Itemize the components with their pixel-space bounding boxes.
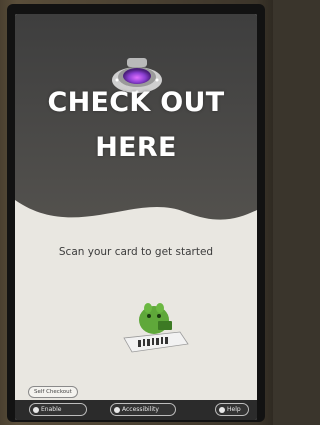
mascot-scanning-card-icon — [123, 303, 189, 353]
accessibility-icon — [114, 406, 120, 413]
accessibility-button-label: Accessibility — [122, 406, 159, 413]
help-icon — [219, 406, 225, 413]
enable-button[interactable]: Enable — [29, 403, 87, 416]
bottom-toolbar: Enable Accessibility Help — [15, 400, 257, 420]
kiosk-frame: CHECK OUT HERE Scan your card to get sta… — [0, 0, 273, 425]
wave-divider — [15, 200, 257, 252]
headline-line-1: CHECK OUT — [47, 87, 225, 118]
scan-card-prompt: Scan your card to get started — [58, 246, 214, 258]
kiosk-screen[interactable]: CHECK OUT HERE Scan your card to get sta… — [15, 14, 257, 420]
globe-icon — [33, 406, 39, 413]
headline-line-2: HERE — [95, 132, 177, 163]
help-button-label: Help — [227, 406, 241, 413]
help-button[interactable]: Help — [215, 403, 249, 416]
self-checkout-chip[interactable]: Self Checkout — [28, 386, 78, 398]
accessibility-button[interactable]: Accessibility — [110, 403, 176, 416]
enable-button-label: Enable — [41, 406, 62, 413]
